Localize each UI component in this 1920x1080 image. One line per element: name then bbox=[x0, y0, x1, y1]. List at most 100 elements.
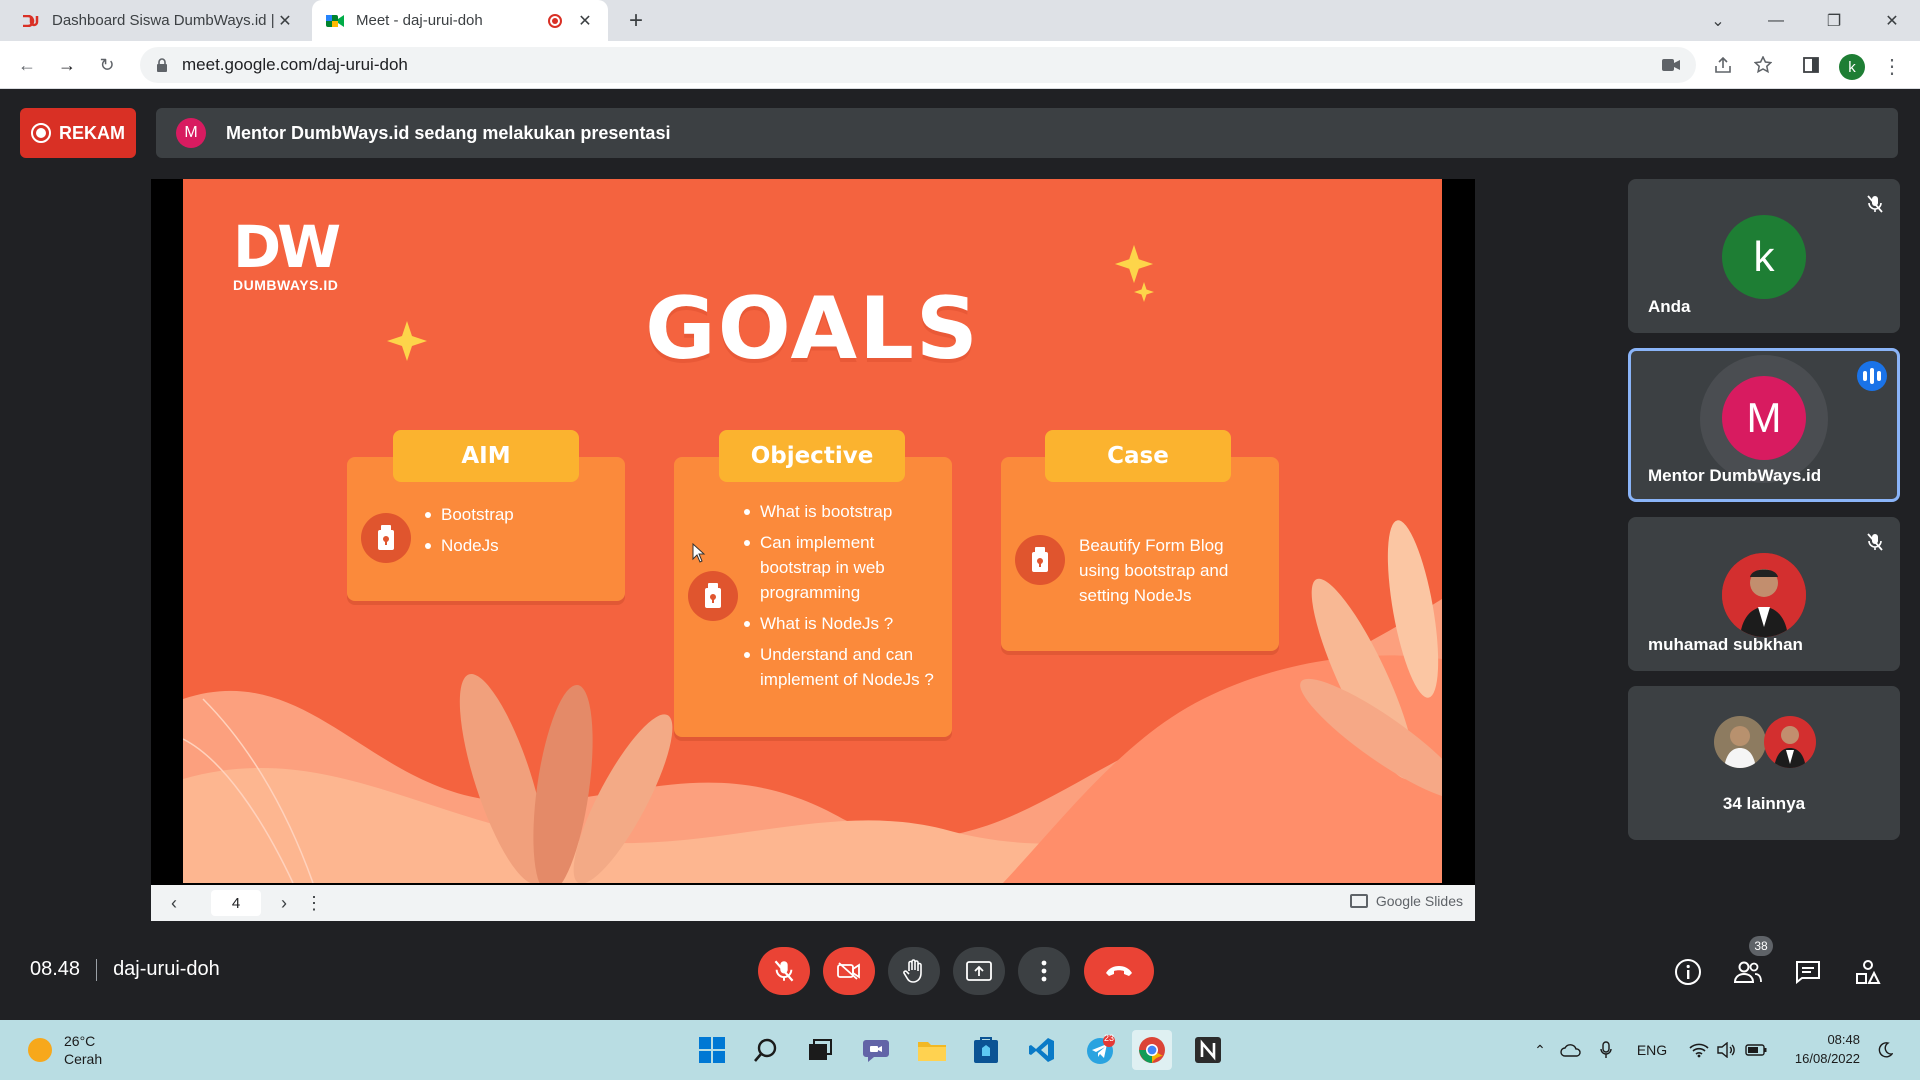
weather-widget[interactable]: 26°C Cerah bbox=[28, 1032, 102, 1068]
aim-list: Bootstrap NodeJs bbox=[425, 502, 615, 564]
mic-off-icon bbox=[774, 960, 794, 982]
telegram-badge: 23 bbox=[1103, 1033, 1114, 1043]
lock-icon[interactable] bbox=[156, 58, 168, 72]
google-slides-label[interactable]: Google Slides bbox=[1349, 893, 1463, 909]
more-options-button[interactable] bbox=[1018, 947, 1070, 995]
browser-menu-icon[interactable]: ⋮ bbox=[1880, 52, 1904, 80]
avatar-photo bbox=[1764, 716, 1816, 768]
tab-meet[interactable]: Meet - daj-urui-doh ✕ bbox=[312, 0, 608, 41]
close-tab-icon[interactable]: ✕ bbox=[576, 12, 594, 30]
onedrive-icon[interactable] bbox=[1556, 1038, 1586, 1062]
language-indicator[interactable]: ENG bbox=[1632, 1038, 1672, 1062]
hang-up-icon bbox=[1106, 966, 1132, 976]
search-icon[interactable] bbox=[746, 1030, 786, 1070]
address-bar[interactable]: meet.google.com/daj-urui-doh bbox=[140, 47, 1696, 83]
others-count-label: 34 lainnya bbox=[1722, 794, 1806, 813]
store-app-icon[interactable] bbox=[966, 1030, 1006, 1070]
slide-options-icon[interactable]: ⋮ bbox=[301, 890, 327, 916]
slide-page-number[interactable]: 4 bbox=[211, 890, 261, 916]
record-label: REKAM bbox=[59, 122, 125, 143]
activities-icon bbox=[1856, 960, 1881, 984]
share-icon[interactable] bbox=[1708, 50, 1738, 80]
microphone-tray-icon[interactable] bbox=[1596, 1038, 1616, 1062]
badge-icon bbox=[1015, 535, 1065, 585]
next-slide-icon[interactable]: › bbox=[271, 890, 297, 916]
presentation-banner: M Mentor DumbWays.id sedang melakukan pr… bbox=[156, 108, 1898, 158]
record-icon bbox=[31, 123, 51, 143]
show-hidden-icons-icon[interactable]: ⌃ bbox=[1528, 1038, 1552, 1062]
reload-icon[interactable]: ↻ bbox=[92, 50, 122, 80]
minimize-button[interactable]: — bbox=[1748, 0, 1804, 41]
list-item: NodeJs bbox=[425, 533, 615, 558]
participant-tile-anda[interactable]: k Anda bbox=[1628, 179, 1900, 333]
presentation-stage: DW DUMBWAYS.ID GOALS Bootstrap NodeJs AI… bbox=[151, 179, 1475, 885]
recording-badge[interactable]: REKAM bbox=[20, 108, 136, 158]
wifi-icon[interactable] bbox=[1688, 1038, 1710, 1062]
close-window-button[interactable]: ✕ bbox=[1864, 0, 1920, 41]
logo-mark: DW bbox=[233, 213, 341, 281]
tab-title: Meet - daj-urui-doh bbox=[356, 12, 483, 29]
task-view-icon[interactable] bbox=[800, 1030, 840, 1070]
activities-button[interactable] bbox=[1848, 952, 1888, 992]
participant-tile-subkhan[interactable]: muhamad subkhan bbox=[1628, 517, 1900, 671]
presentation-banner-text: Mentor DumbWays.id sedang melakukan pres… bbox=[226, 122, 671, 143]
vscode-icon[interactable] bbox=[1022, 1030, 1062, 1070]
telegram-icon[interactable]: 23 bbox=[1080, 1030, 1120, 1070]
notifications-icon[interactable] bbox=[1874, 1038, 1896, 1062]
profile-avatar[interactable]: k bbox=[1839, 54, 1865, 80]
leave-call-button[interactable] bbox=[1084, 947, 1154, 995]
bookmark-star-icon[interactable] bbox=[1748, 50, 1778, 80]
participant-name: muhamad subkhan bbox=[1648, 635, 1803, 654]
meeting-time: 08.48 bbox=[30, 958, 81, 980]
battery-icon[interactable] bbox=[1744, 1038, 1768, 1062]
chrome-icon[interactable] bbox=[1132, 1030, 1172, 1070]
chat-teams-icon[interactable] bbox=[856, 1030, 896, 1070]
file-explorer-icon[interactable] bbox=[912, 1030, 952, 1070]
tab-title: Dashboard Siswa DumbWays.id | bbox=[52, 12, 275, 29]
windows-start-icon[interactable] bbox=[692, 1030, 732, 1070]
case-card-title: Case bbox=[1045, 430, 1231, 482]
participants-button[interactable] bbox=[1728, 952, 1768, 992]
notion-icon[interactable] bbox=[1188, 1030, 1228, 1070]
tab-search-icon[interactable]: ⌄ bbox=[1690, 0, 1746, 41]
back-icon[interactable]: ← bbox=[12, 50, 42, 80]
present-screen-button[interactable] bbox=[953, 947, 1005, 995]
participant-name: Mentor DumbWays.id bbox=[1648, 466, 1822, 485]
url-text: meet.google.com/daj-urui-doh bbox=[182, 55, 408, 74]
clock-time: 08:48 bbox=[1827, 1032, 1860, 1047]
camera-toggle-button[interactable] bbox=[823, 947, 875, 995]
volume-icon[interactable] bbox=[1716, 1038, 1738, 1062]
google-slides-text: Google Slides bbox=[1375, 893, 1463, 909]
camera-off-icon bbox=[837, 962, 860, 980]
participant-count-badge: 38 bbox=[1749, 936, 1773, 956]
dumbways-favicon-icon bbox=[22, 12, 40, 30]
tab-dashboard[interactable]: Dashboard Siswa DumbWays.id | ✕ bbox=[8, 0, 308, 41]
chat-button[interactable] bbox=[1788, 952, 1828, 992]
forward-icon[interactable]: → bbox=[52, 50, 82, 80]
list-item: Bootstrap bbox=[425, 502, 615, 527]
avatar: M bbox=[1722, 376, 1806, 460]
system-clock[interactable]: 08:48 16/08/2022 bbox=[1786, 1030, 1860, 1068]
avatar-photo bbox=[1714, 716, 1766, 768]
participant-name: Anda bbox=[1648, 297, 1691, 316]
previous-slide-icon[interactable]: ‹ bbox=[161, 890, 187, 916]
microphone-toggle-button[interactable] bbox=[758, 947, 810, 995]
chat-icon bbox=[1796, 961, 1820, 984]
case-card: Beautify Form Blog using bootstrap and s… bbox=[1001, 457, 1279, 651]
side-panel-icon[interactable] bbox=[1796, 50, 1826, 80]
hand-icon bbox=[903, 959, 922, 983]
objective-card: What is bootstrap Can implement bootstra… bbox=[674, 457, 952, 737]
recording-indicator-icon bbox=[548, 13, 562, 28]
meeting-code: daj-urui-doh bbox=[113, 958, 220, 980]
meeting-details-button[interactable] bbox=[1668, 952, 1708, 992]
new-tab-button[interactable]: + bbox=[622, 7, 650, 34]
mouse-cursor-icon bbox=[692, 543, 706, 563]
participant-tile-others[interactable]: 34 lainnya bbox=[1628, 686, 1900, 840]
camera-in-use-icon[interactable] bbox=[1656, 50, 1686, 80]
info-icon bbox=[1675, 959, 1701, 985]
slide: DW DUMBWAYS.ID GOALS Bootstrap NodeJs AI… bbox=[183, 179, 1442, 883]
restore-button[interactable]: ❐ bbox=[1806, 0, 1862, 41]
raise-hand-button[interactable] bbox=[888, 947, 940, 995]
close-tab-icon[interactable]: ✕ bbox=[276, 12, 294, 30]
participant-tile-mentor[interactable]: M Mentor DumbWays.id bbox=[1628, 348, 1900, 502]
